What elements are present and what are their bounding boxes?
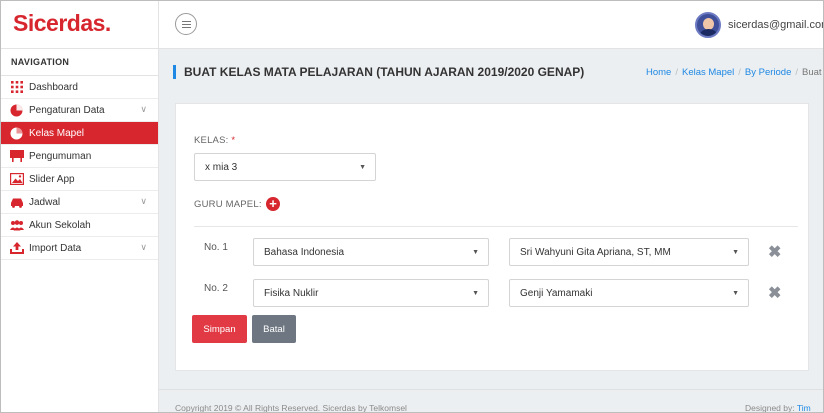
mapel-select-2[interactable]: Fisika Nuklir ▼ <box>253 279 489 307</box>
sidebar-item-pengumuman[interactable]: Pengumuman <box>1 145 158 168</box>
pie-chart-icon <box>9 127 24 139</box>
designed-by-prefix: Designed by: <box>745 403 795 413</box>
mapel-select-value: Fisika Nuklir <box>264 287 319 299</box>
sidebar-item-pengaturan-data[interactable]: Pengaturan Data ∨ <box>1 99 158 122</box>
sidebar-item-label: Kelas Mapel <box>29 127 85 139</box>
nav-title: NAVIGATION <box>1 49 158 76</box>
user-email[interactable]: sicerdas@gmail.com <box>728 19 823 31</box>
cancel-button[interactable]: Batal <box>252 315 296 343</box>
breadcrumb: Home/Kelas Mapel/By Periode/Buat Kelas <box>646 67 823 78</box>
mapel-select-value: Bahasa Indonesia <box>264 246 345 258</box>
sidebar-item-label: Slider App <box>29 173 75 185</box>
app-window: Sicerdas. sicerdas@gmail.com NAVIGATION … <box>0 0 824 413</box>
top-bar: Sicerdas. sicerdas@gmail.com <box>1 1 823 49</box>
caret-down-icon: ▼ <box>472 290 479 297</box>
guru-mapel-label-text: GURU MAPEL: <box>194 199 262 210</box>
breadcrumb-separator: / <box>675 67 678 78</box>
guru-select-value: Genji Yamamaki <box>520 287 593 299</box>
sidebar-item-label: Import Data <box>29 242 82 254</box>
brand-logo[interactable]: Sicerdas. <box>13 10 111 37</box>
image-icon <box>9 173 24 185</box>
sidebar-item-dashboard[interactable]: Dashboard <box>1 76 158 99</box>
row-number: No. 2 <box>204 283 228 294</box>
remove-row-icon[interactable]: ✖ <box>768 245 781 261</box>
mapel-select-1[interactable]: Bahasa Indonesia ▼ <box>253 238 489 266</box>
chevron-down-icon[interactable]: ∨ <box>140 104 147 115</box>
sidebar: NAVIGATION Dashboard Pengaturan Data ∨ K… <box>1 49 159 412</box>
kelas-label-text: KELAS: <box>194 135 229 146</box>
sidebar-item-slider-app[interactable]: Slider App <box>1 168 158 191</box>
caret-down-icon: ▼ <box>359 164 366 171</box>
sidebar-item-akun-sekolah[interactable]: Akun Sekolah <box>1 214 158 237</box>
avatar[interactable] <box>695 12 721 38</box>
save-button[interactable]: Simpan <box>192 315 247 343</box>
guru-select-2[interactable]: Genji Yamamaki ▼ <box>509 279 749 307</box>
upload-icon <box>9 242 24 254</box>
sidebar-item-label: Akun Sekolah <box>29 219 91 231</box>
copyright-text: Copyright 2019 © All Rights Reserved. Si… <box>175 403 407 413</box>
footer: Copyright 2019 © All Rights Reserved. Si… <box>159 389 823 413</box>
caret-down-icon: ▼ <box>472 249 479 256</box>
guru-mapel-label: GURU MAPEL: <box>194 199 262 210</box>
breadcrumb-separator: / <box>738 67 741 78</box>
breadcrumb-current: Buat Kelas <box>802 67 823 78</box>
caret-down-icon: ▼ <box>732 249 739 256</box>
page-title: BUAT KELAS MATA PELAJARAN (TAHUN AJARAN … <box>173 65 584 79</box>
row-number: No. 1 <box>204 242 228 253</box>
guru-select-value: Sri Wahyuni Gita Apriana, ST, MM <box>520 246 671 258</box>
sidebar-item-kelas-mapel[interactable]: Kelas Mapel <box>1 122 158 145</box>
pie-chart-icon <box>9 104 24 116</box>
grid-icon <box>9 81 24 93</box>
sidebar-item-jadwal[interactable]: Jadwal ∨ <box>1 191 158 214</box>
designed-by-text: Designed by: Tim <box>745 403 811 413</box>
chevron-down-icon[interactable]: ∨ <box>140 196 147 207</box>
divider <box>194 226 798 227</box>
guru-select-1[interactable]: Sri Wahyuni Gita Apriana, ST, MM ▼ <box>509 238 749 266</box>
sidebar-item-import-data[interactable]: Import Data ∨ <box>1 237 158 260</box>
menu-toggle-icon[interactable] <box>175 13 197 35</box>
kelas-select-value: x mia 3 <box>205 161 238 173</box>
chevron-down-icon[interactable]: ∨ <box>140 242 147 253</box>
car-icon <box>9 196 24 208</box>
brand-area: Sicerdas. <box>1 1 159 49</box>
sidebar-item-label: Jadwal <box>29 196 61 208</box>
breadcrumb-by-periode[interactable]: By Periode <box>745 67 791 78</box>
remove-row-icon[interactable]: ✖ <box>768 286 781 302</box>
breadcrumb-separator: / <box>795 67 799 78</box>
breadcrumb-home[interactable]: Home <box>646 67 671 78</box>
billboard-icon <box>9 150 24 162</box>
main-content: BUAT KELAS MATA PELAJARAN (TAHUN AJARAN … <box>159 49 823 413</box>
caret-down-icon: ▼ <box>732 290 739 297</box>
sidebar-item-label: Dashboard <box>29 81 78 93</box>
users-icon <box>9 219 24 231</box>
breadcrumb-kelas-mapel[interactable]: Kelas Mapel <box>682 67 734 78</box>
required-mark: * <box>231 135 236 146</box>
add-guru-icon[interactable]: + <box>266 197 280 211</box>
kelas-label: KELAS: * <box>194 135 235 146</box>
kelas-select[interactable]: x mia 3 ▼ <box>194 153 376 181</box>
sidebar-item-label: Pengaturan Data <box>29 104 105 116</box>
designed-by-link[interactable]: Tim <box>797 403 811 412</box>
sidebar-item-label: Pengumuman <box>29 150 92 162</box>
title-bar: BUAT KELAS MATA PELAJARAN (TAHUN AJARAN … <box>159 49 823 97</box>
form-card: KELAS: * x mia 3 ▼ GURU MAPEL: + No. 1 B… <box>175 103 809 371</box>
user-menu[interactable]: sicerdas@gmail.com <box>695 11 823 39</box>
